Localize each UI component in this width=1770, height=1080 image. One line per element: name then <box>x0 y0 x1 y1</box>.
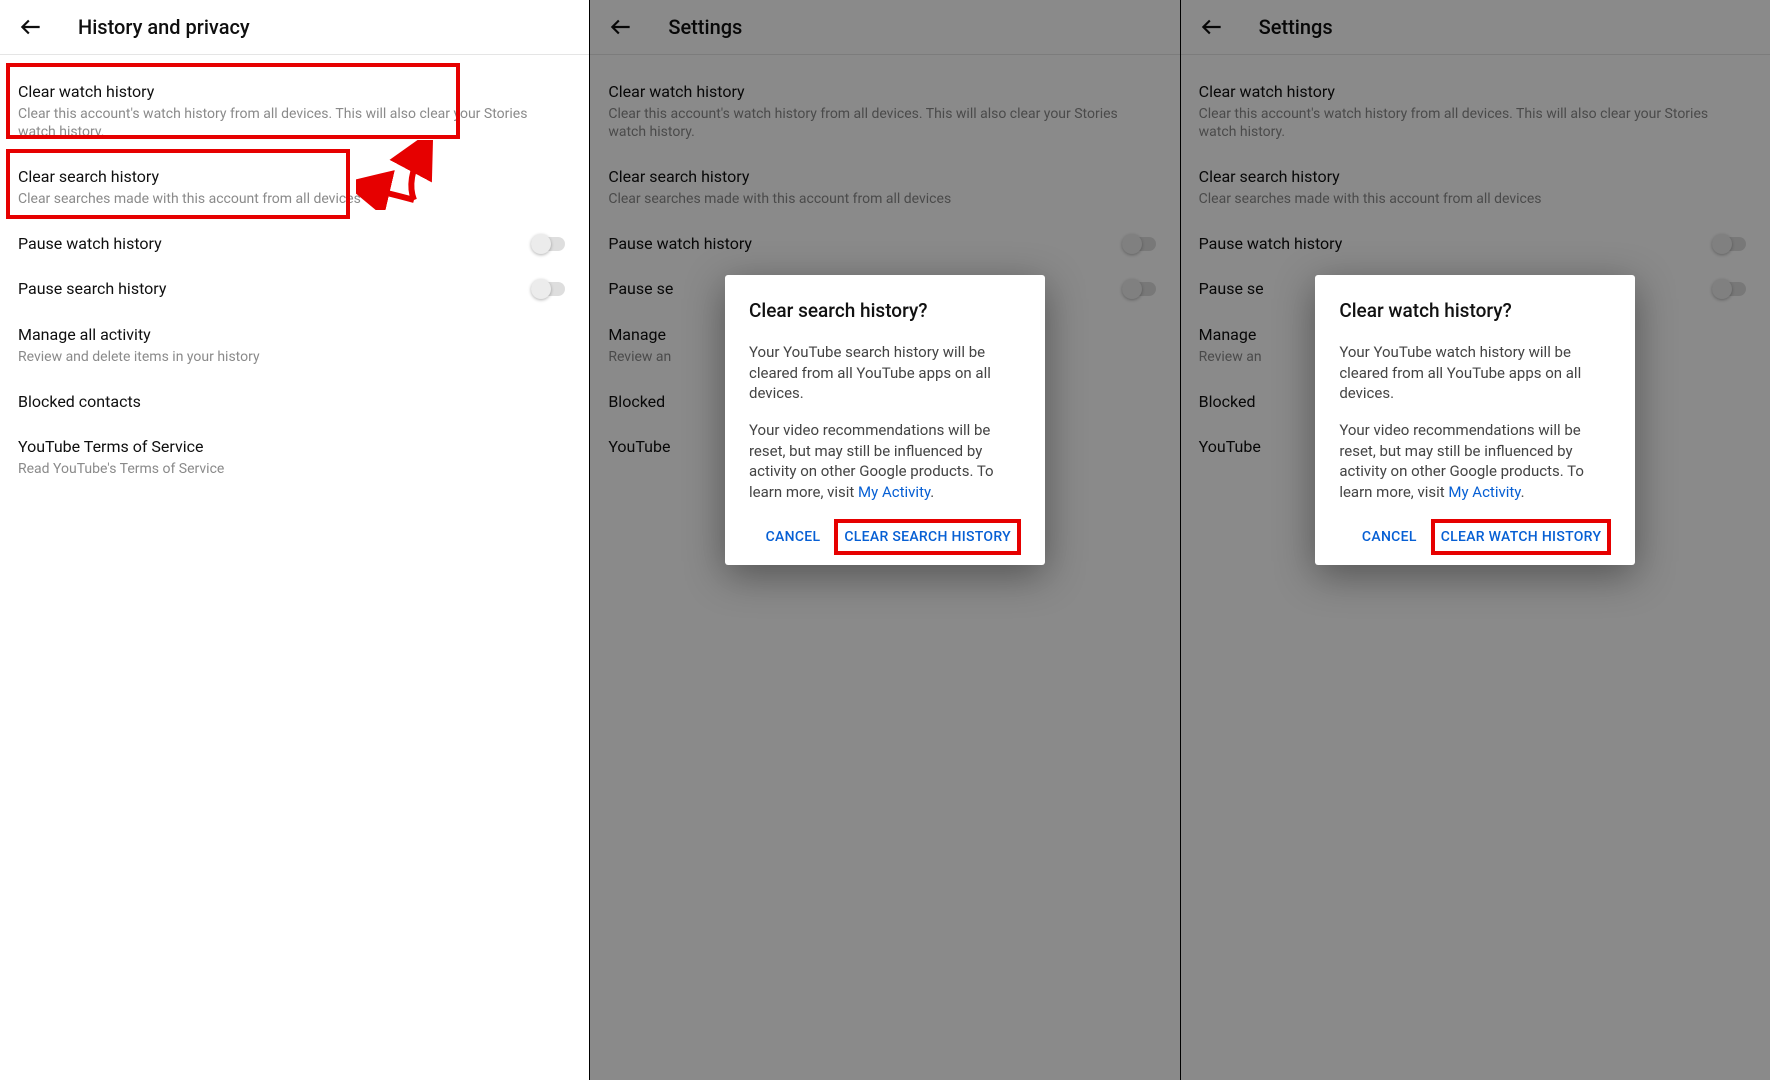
item-subtitle: Clear this account's watch history from … <box>18 105 571 143</box>
item-title: Manage all activity <box>18 324 571 346</box>
item-clear-search-history[interactable]: Clear search history Clear searches made… <box>0 154 589 220</box>
item-title: Clear watch history <box>18 81 571 103</box>
panel-history-privacy: History and privacy Clear watch history … <box>0 0 589 1080</box>
item-title: Blocked contacts <box>18 391 571 413</box>
dialog-paragraph: Your YouTube search history will be clea… <box>749 342 1021 404</box>
toggle-switch[interactable] <box>531 234 567 254</box>
my-activity-link[interactable]: My Activity <box>1448 483 1520 501</box>
item-clear-watch-history[interactable]: Clear watch history Clear this account's… <box>0 69 589 154</box>
item-title: Pause search history <box>18 278 519 300</box>
item-youtube-tos[interactable]: YouTube Terms of Service Read YouTube's … <box>0 424 589 490</box>
dialog-body: Your YouTube search history will be clea… <box>749 342 1021 503</box>
dialog-clear-watch-history: Clear watch history? Your YouTube watch … <box>1315 275 1635 565</box>
dialog-title: Clear search history? <box>749 299 1021 322</box>
panel-settings-watch-dialog: Settings Clear watch history Clear this … <box>1180 0 1770 1080</box>
item-subtitle: Review and delete items in your history <box>18 348 571 367</box>
item-blocked-contacts[interactable]: Blocked contacts <box>0 379 589 425</box>
dialog-body: Your YouTube watch history will be clear… <box>1339 342 1611 503</box>
back-arrow-icon[interactable] <box>18 14 44 40</box>
page-title: History and privacy <box>78 15 250 39</box>
clear-search-history-button[interactable]: CLEAR SEARCH HISTORY <box>834 519 1021 555</box>
item-title: Clear search history <box>18 166 571 188</box>
dialog-actions: CANCEL CLEAR WATCH HISTORY <box>1339 519 1611 555</box>
item-subtitle: Read YouTube's Terms of Service <box>18 460 571 479</box>
clear-watch-history-button[interactable]: CLEAR WATCH HISTORY <box>1431 519 1612 555</box>
dialog-actions: CANCEL CLEAR SEARCH HISTORY <box>749 519 1021 555</box>
cancel-button[interactable]: CANCEL <box>758 519 829 555</box>
item-pause-watch-history[interactable]: Pause watch history <box>0 221 589 267</box>
item-title: Pause watch history <box>18 233 519 255</box>
settings-list: Clear watch history Clear this account's… <box>0 55 589 491</box>
dialog-clear-search-history: Clear search history? Your YouTube searc… <box>725 275 1045 565</box>
panel-settings-search-dialog: Settings Clear watch history Clear this … <box>589 0 1179 1080</box>
item-pause-search-history[interactable]: Pause search history <box>0 266 589 312</box>
header: History and privacy <box>0 0 589 55</box>
item-title: YouTube Terms of Service <box>18 436 571 458</box>
cancel-button[interactable]: CANCEL <box>1354 519 1425 555</box>
dialog-paragraph: Your video recommendations will be reset… <box>749 420 1021 503</box>
my-activity-link[interactable]: My Activity <box>858 483 930 501</box>
toggle-switch[interactable] <box>531 279 567 299</box>
dialog-paragraph: Your video recommendations will be reset… <box>1339 420 1611 503</box>
item-manage-all-activity[interactable]: Manage all activity Review and delete it… <box>0 312 589 378</box>
item-subtitle: Clear searches made with this account fr… <box>18 190 571 209</box>
dialog-paragraph: Your YouTube watch history will be clear… <box>1339 342 1611 404</box>
dialog-title: Clear watch history? <box>1339 299 1611 322</box>
